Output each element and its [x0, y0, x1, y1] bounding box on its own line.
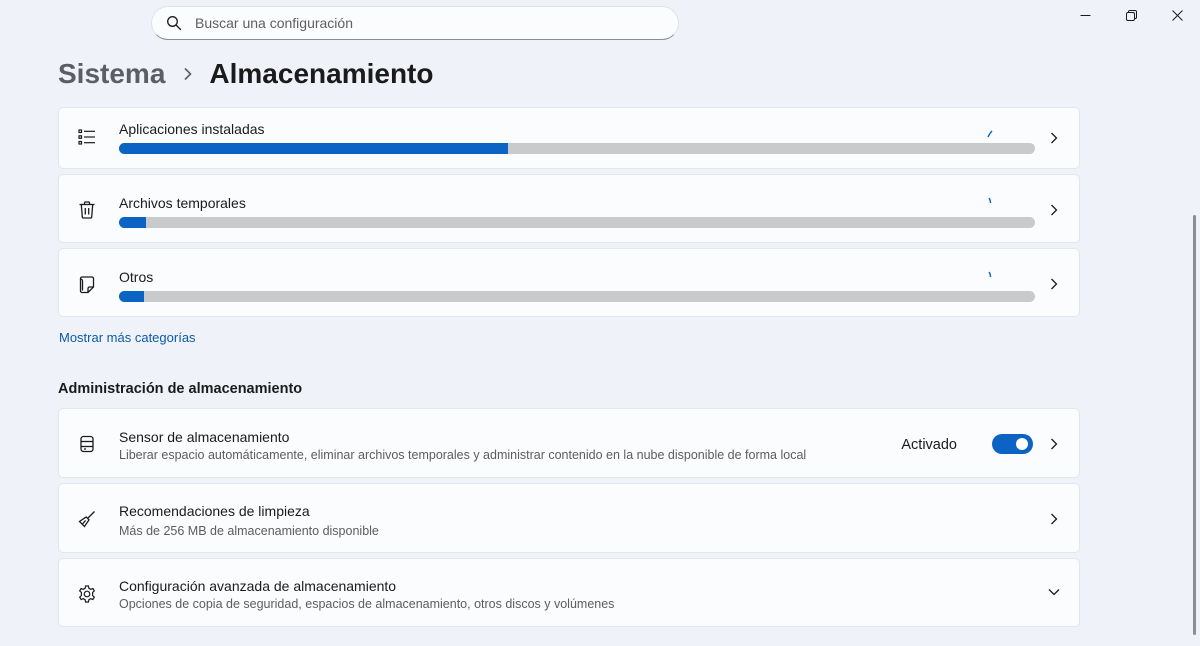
row-description: Liberar espacio automáticamente, elimina…	[119, 448, 807, 462]
minimize-button[interactable]	[1062, 0, 1108, 30]
row-title: Recomendaciones de limpieza	[119, 503, 310, 519]
storage-sense-row[interactable]: Sensor de almacenamiento Liberar espacio…	[58, 408, 1080, 478]
usage-bar	[119, 291, 1035, 302]
close-button[interactable]	[1154, 0, 1200, 30]
broom-icon	[77, 509, 97, 529]
search-input[interactable]	[195, 15, 635, 31]
window-controls	[1062, 0, 1200, 30]
toggle-knob	[1016, 438, 1028, 450]
category-installed-apps[interactable]: Aplicaciones instaladas	[58, 107, 1080, 169]
chevron-right-icon	[1049, 277, 1059, 291]
category-label: Archivos temporales	[119, 195, 246, 211]
page-title: Almacenamiento	[209, 58, 434, 89]
chevron-right-icon	[1049, 437, 1059, 451]
chevron-right-icon	[1049, 131, 1059, 145]
restore-icon	[1125, 9, 1137, 21]
chevron-right-icon	[1049, 203, 1059, 217]
usage-bar	[119, 217, 1035, 228]
chevron-right-icon	[183, 67, 193, 81]
toggle-status: Activado	[901, 437, 957, 453]
list-icon	[77, 127, 97, 147]
minimize-icon	[1080, 10, 1091, 21]
search-icon	[166, 15, 182, 31]
category-temp-files[interactable]: Archivos temporales	[58, 174, 1080, 243]
category-label: Aplicaciones instaladas	[119, 121, 265, 137]
breadcrumb-parent[interactable]: Sistema	[58, 58, 165, 90]
usage-bar	[119, 143, 1035, 154]
vertical-scrollbar[interactable]	[1193, 215, 1196, 635]
settings-window: Sistema Almacenamiento Aplicaciones inst…	[0, 0, 1200, 646]
cleanup-recommendations-row[interactable]: Recomendaciones de limpieza Más de 256 M…	[58, 483, 1080, 553]
usage-bar-fill	[119, 143, 509, 154]
show-more-categories-link[interactable]: Mostrar más categorías	[59, 330, 196, 345]
row-description: Opciones de copia de seguridad, espacios…	[119, 597, 615, 611]
chevron-right-icon	[1049, 512, 1059, 526]
chevron-down-icon	[1047, 587, 1061, 597]
maximize-button[interactable]	[1108, 0, 1154, 30]
storage-sense-icon	[77, 434, 97, 454]
trash-icon	[77, 200, 97, 220]
usage-bar-fill	[119, 217, 147, 228]
storage-sense-toggle[interactable]	[992, 434, 1033, 454]
close-icon	[1171, 9, 1183, 21]
section-title: Administración de almacenamiento	[58, 381, 303, 397]
loading-spinner-icon	[987, 130, 993, 138]
row-title: Sensor de almacenamiento	[119, 429, 290, 445]
search-box[interactable]	[151, 6, 679, 40]
document-icon	[77, 274, 97, 294]
row-description: Más de 256 MB de almacenamiento disponib…	[119, 524, 379, 538]
category-label: Otros	[119, 269, 154, 285]
loading-spinner-icon	[988, 197, 992, 204]
loading-spinner-icon	[988, 271, 992, 278]
advanced-storage-settings-row[interactable]: Configuración avanzada de almacenamiento…	[58, 558, 1080, 627]
breadcrumb: Sistema Almacenamiento	[58, 58, 433, 90]
gear-icon	[77, 584, 97, 604]
usage-bar-fill	[119, 291, 144, 302]
category-other[interactable]: Otros	[58, 248, 1080, 317]
row-title: Configuración avanzada de almacenamiento	[119, 578, 397, 594]
